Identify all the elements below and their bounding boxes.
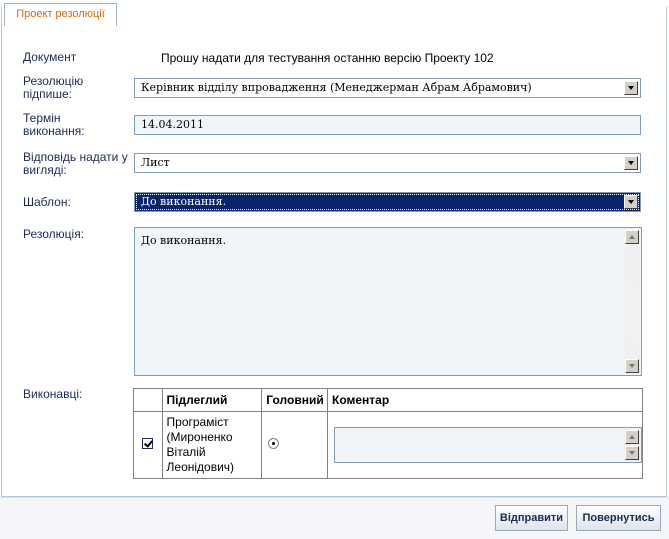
executor-checkbox[interactable] [142, 438, 154, 449]
chevron-down-icon[interactable] [624, 195, 638, 209]
table-row: Програміст (Мироненко Віталій Леонідович… [133, 411, 643, 479]
reply-form-value: Лист [141, 156, 170, 169]
column-header-subordinate: Підлеглий [161, 388, 263, 412]
resolution-textarea[interactable]: До виконання. [134, 227, 642, 376]
column-header-main: Головний [261, 388, 328, 412]
comment-cell [327, 411, 643, 479]
select-column-header [133, 388, 163, 412]
column-header-comment: Коментар [327, 388, 643, 412]
table-header-row: Підлеглий Головний Коментар [133, 388, 643, 412]
deadline-input[interactable]: 14.04.2011 [134, 115, 641, 135]
executor-name: Програміст (Мироненко Віталій Леонідович… [161, 411, 263, 479]
scroll-down-icon[interactable] [625, 359, 639, 373]
tab-resolution-draft[interactable]: Проект резолюції [4, 3, 117, 26]
reply-form-label: Відповідь надати у вигляді: [23, 150, 128, 177]
template-value: До виконання. [141, 195, 227, 208]
signer-label: Резолюцію підпише: [23, 74, 84, 101]
scroll-up-icon[interactable] [625, 430, 639, 444]
back-button[interactable]: Повернутись [576, 505, 661, 531]
main-executor-radio[interactable] [268, 438, 280, 449]
footer-bar [0, 497, 669, 539]
reply-form-select[interactable]: Лист [134, 153, 641, 173]
send-button[interactable]: Відправити [495, 505, 568, 531]
document-value: Прошу надати для тестування останню верс… [161, 51, 494, 65]
comment-textarea[interactable] [334, 427, 642, 463]
template-label: Шаблон: [23, 195, 71, 209]
resolution-label: Резолюція: [23, 227, 85, 241]
resolution-text: До виконання. [141, 234, 227, 247]
scroll-down-icon[interactable] [625, 446, 639, 460]
select-cell [133, 411, 163, 479]
template-select[interactable]: До виконання. [134, 192, 641, 212]
deadline-label: Термін виконання: [23, 111, 85, 138]
chevron-down-icon[interactable] [624, 156, 638, 170]
signer-select[interactable]: Керівник відділу впровадження (Менеджерм… [134, 78, 641, 98]
signer-value: Керівник відділу впровадження (Менеджерм… [141, 81, 532, 94]
executors-table: Підлеглий Головний Коментар Програміст (… [133, 388, 643, 479]
scrollbar[interactable] [624, 229, 640, 374]
document-label: Документ [23, 50, 77, 64]
executors-label: Виконавці: [23, 387, 83, 401]
scroll-up-icon[interactable] [625, 230, 639, 244]
scrollbar[interactable] [624, 429, 640, 461]
chevron-down-icon[interactable] [624, 81, 638, 95]
main-cell [261, 411, 328, 479]
